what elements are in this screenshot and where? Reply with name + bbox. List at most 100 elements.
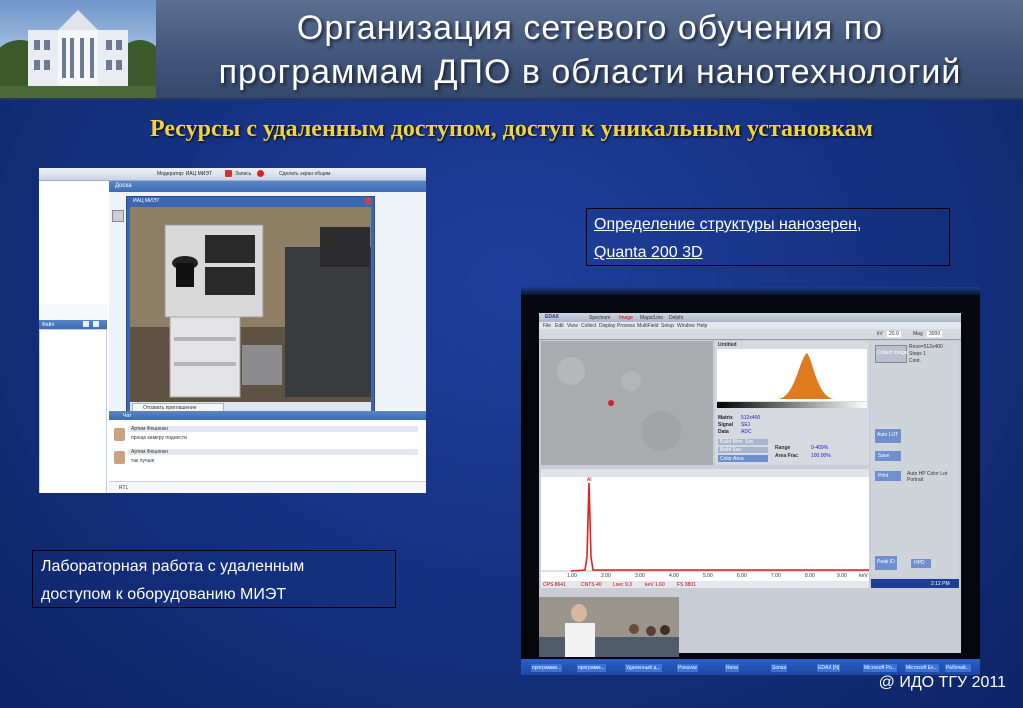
auto-options-label: Auto HP Color Lot Portrait — [907, 471, 948, 483]
slide-title-line2: программам ДПО в области нанотехнологий — [218, 53, 962, 91]
webcam-overlay — [539, 597, 679, 657]
continuous-label[interactable]: Cont. — [909, 358, 921, 364]
taskbar-item[interactable]: Удаленный д... — [625, 664, 662, 672]
share-screen-label[interactable]: Сделать экран общим — [279, 171, 330, 177]
spectrum-status-bar: CPS 8641 CNTS 40 Lsec 9.3 keV 1.60 FS 38… — [541, 581, 869, 588]
build-button[interactable]: Build Mon. Sav — [718, 439, 768, 445]
board-tool-icon[interactable] — [112, 210, 124, 222]
caption-nanograin-line2[interactable]: Quanta 200 3D — [594, 244, 703, 261]
webinar-toolbar: Модератор: ИАЦ МИЭТ Запись Сделать экран… — [39, 168, 426, 181]
taskbar-item[interactable]: Sonsa — [771, 664, 788, 672]
chat-author: Артем Фешенко — [131, 449, 169, 455]
spectrum-toolbar — [541, 469, 869, 477]
hpd-button[interactable]: HPD — [911, 559, 931, 568]
close-icon[interactable] — [365, 198, 371, 204]
taskbar-item[interactable]: Rena — [725, 664, 739, 672]
caption-nanograin[interactable]: Определение структуры нанозерен, Quanta … — [586, 208, 950, 266]
chat-message: Артем Фешенко так лучше — [111, 449, 421, 469]
edax-titlebar: EDAX Spectrum Image Maps/Line Delphi — [539, 313, 961, 322]
download-icon[interactable] — [93, 321, 99, 327]
status-cnts: CNTS 40 — [581, 582, 602, 588]
image-title: Untitled — [718, 342, 737, 348]
save-button[interactable]: Save — [875, 451, 901, 461]
spectrum-tick: 5.00 — [703, 573, 713, 579]
slide-title-line1: Организация сетевого обучения по — [296, 9, 884, 47]
tab-image[interactable]: Image — [619, 315, 633, 321]
lab-scene-image — [130, 207, 371, 402]
auto-lut-button[interactable]: Auto LUT — [875, 429, 901, 443]
files-list — [39, 329, 107, 493]
caption-nanograin-line1[interactable]: Определение структуры нанозерен, — [594, 216, 861, 233]
status-res: FS 3801 — [677, 582, 696, 588]
signal-label: Signal — [718, 422, 734, 428]
clock: 2:12 PM — [931, 581, 950, 587]
copyright: @ ИДО ТГУ 2011 — [878, 674, 1006, 691]
spectrum-tick: 7.00 — [771, 573, 781, 579]
taskbar-item[interactable]: программ... — [577, 664, 606, 672]
kv-value[interactable]: 20.0 — [887, 331, 901, 337]
lab-camera-feed — [130, 207, 371, 402]
upload-icon[interactable] — [83, 321, 89, 327]
edax-toolbar: kV 20.0 Mag 3000 — [539, 329, 961, 340]
slide-subtitle: Ресурсы с удаленным доступом, доступ к у… — [149, 116, 874, 142]
record-icon[interactable] — [225, 170, 232, 177]
windows-taskbar: программн... программ... Удаленный д... … — [521, 659, 980, 675]
tab-delphi[interactable]: Delphi — [669, 315, 683, 321]
tab-spectrum[interactable]: Spectrum — [589, 315, 610, 321]
sem-image[interactable] — [541, 341, 713, 465]
caption-remote-lab: Лабораторная работа с удаленным доступом… — [32, 550, 396, 608]
spectrum-tick: 1.00 — [567, 573, 577, 579]
print-button[interactable]: Print — [875, 471, 901, 481]
range-value: 0-409% — [811, 445, 829, 451]
signal-value: SE1 — [741, 422, 751, 428]
taskbar-item[interactable]: Рабочий... — [945, 664, 971, 672]
status-cps: CPS 8641 — [543, 582, 566, 588]
steps-label: Steps 1 — [909, 351, 926, 357]
status-kev: keV 1.60 — [645, 582, 665, 588]
tab-maps-line[interactable]: Maps/Line — [640, 315, 663, 321]
files-panel: Файл — [39, 304, 107, 493]
classroom-image — [539, 597, 679, 657]
slide-header: Организация сетевого обучения по програм… — [0, 0, 1023, 100]
kv-label: kV — [877, 331, 883, 337]
eds-spectrum-chart — [541, 482, 869, 572]
taskbar-item[interactable]: Posuvaz — [677, 664, 699, 672]
chat-message: Артем Фешенко проще камеру поднести — [111, 426, 421, 446]
stop-icon[interactable] — [257, 170, 264, 177]
collect-image-button[interactable]: Collect Image — [875, 345, 908, 363]
color-area-button[interactable]: Color Area — [718, 455, 768, 462]
avatar — [114, 451, 125, 464]
chat-panel: Чат Артем Фешенко проще камеру поднести … — [109, 411, 426, 493]
chat-panel-header: Чат — [109, 411, 426, 420]
mag-label: Mag — [913, 331, 923, 337]
spectrum-tick: 9.00 — [837, 573, 847, 579]
area-frac-label: Area Frac — [775, 453, 799, 459]
chat-input[interactable]: RTL — [109, 481, 426, 493]
caption-remote-lab-line2: доступом к оборудованию МИЭТ — [41, 586, 287, 603]
record-label[interactable]: Запись — [235, 171, 251, 177]
spectrum-panel: Al 1.00 2.00 3.00 4.00 5.00 6.00 7.00 8.… — [541, 477, 869, 581]
mag-value[interactable]: 3000 — [927, 331, 943, 337]
university-building-photo — [0, 0, 156, 98]
spectrum-tick: 6.00 — [737, 573, 747, 579]
image-info-panel: Untitled Matrix 512x400 Signal SE1 Data … — [715, 341, 869, 465]
board-panel-header: Доска — [109, 181, 426, 192]
matrix-value: 512x400 — [741, 415, 761, 421]
chat-label: Чат — [123, 413, 132, 419]
video-window: ИАЦ МИЭТ Отозвать приглашение — [126, 196, 375, 413]
build-button-2[interactable]: Build Sav — [718, 447, 768, 453]
data-label: Data — [718, 429, 729, 435]
taskbar-item[interactable]: программн... — [531, 664, 563, 672]
slide-title: Организация сетевого обучения по програм… — [160, 6, 1020, 94]
sem-grain-texture — [541, 341, 713, 465]
video-controls: Отозвать приглашение — [130, 402, 371, 412]
edax-logo: EDAX — [545, 314, 559, 320]
taskbar-item[interactable]: Microsoft Ex... — [905, 664, 939, 672]
spectrum-tick: 4.00 — [669, 573, 679, 579]
matrix-label: Matrix — [718, 415, 733, 421]
range-label: Range — [775, 445, 791, 451]
taskbar-item[interactable]: EDAX [N] — [817, 664, 841, 672]
taskbar-item[interactable]: Microsoft Po... — [863, 664, 897, 672]
peak-id-button[interactable]: Peak ID — [875, 556, 897, 570]
edax-system-tray: 2:12 PM — [871, 579, 959, 588]
